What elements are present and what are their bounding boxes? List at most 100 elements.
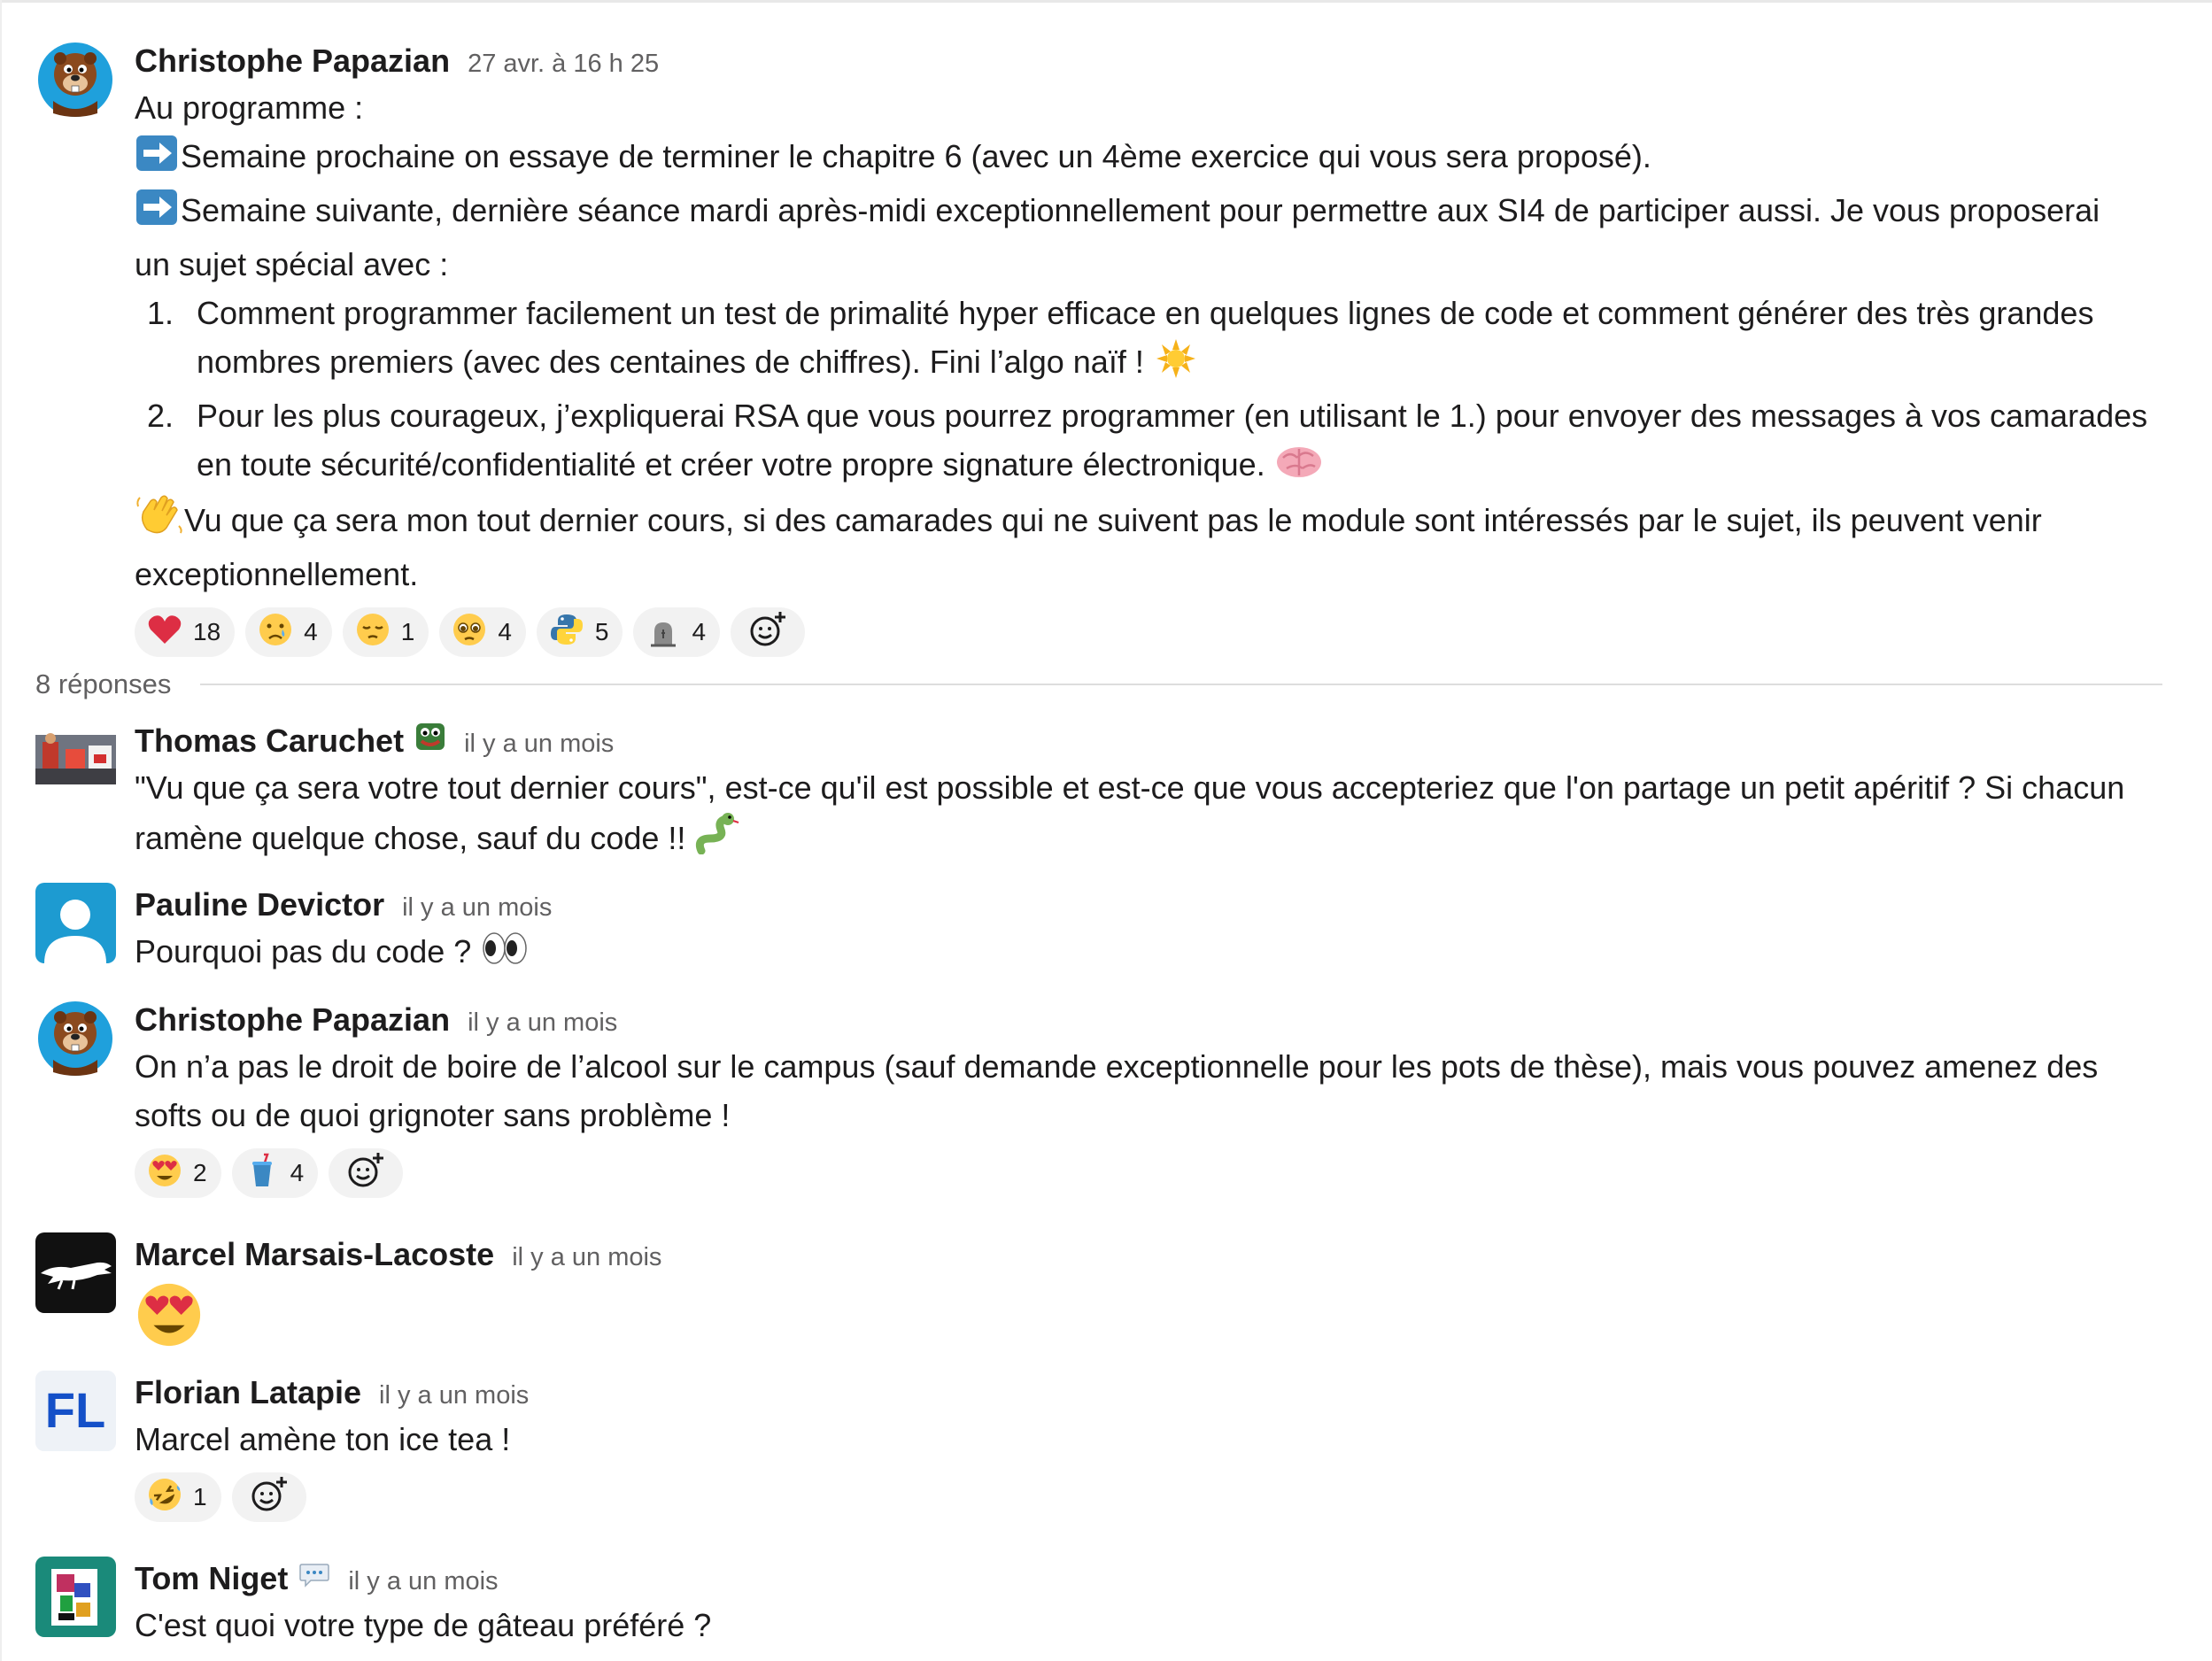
message-line: softs ou de quoi grignoter sans problème…	[135, 1097, 731, 1133]
message-header: Thomas Caruchet il y a un mois	[135, 719, 2178, 763]
reply-message: Pauline Devictor il y a un mois Pourquoi…	[35, 883, 2178, 976]
reaction-count: 5	[594, 618, 609, 645]
message-line: Au programme :	[135, 89, 364, 126]
avatar-thomas-caruchet[interactable]	[35, 719, 116, 800]
author-name[interactable]: Thomas Caruchet	[135, 719, 404, 763]
message-header: Florian Latapie il y a un mois	[135, 1371, 2178, 1415]
arrow-right-icon	[135, 188, 181, 240]
list-item: 2. Pour les plus courageux, j’expliquera…	[147, 391, 2178, 494]
avatar-tom-niget[interactable]	[35, 1557, 116, 1637]
sun-icon	[1153, 339, 1199, 391]
reaction-cup-with-straw[interactable]: 4	[231, 1148, 319, 1198]
avatar-marcel-marsais-lacoste[interactable]	[35, 1232, 116, 1313]
list-item-text: Comment programmer facilement un test de…	[197, 295, 2094, 331]
speech-balloon-status-icon	[298, 1559, 330, 1589]
message-body: Pauline Devictor il y a un mois Pourquoi…	[135, 883, 2178, 981]
list-number: 2.	[147, 398, 174, 434]
message-body: Thomas Caruchet il y a un mois "Vu que ç…	[135, 719, 2178, 868]
message-line: Pourquoi pas du code ?	[135, 927, 2178, 981]
add-reaction-button[interactable]	[731, 607, 806, 657]
racing-photo-avatar	[35, 719, 116, 800]
list-item-text: en toute sécurité/confidentialité et cré…	[197, 446, 1265, 483]
timestamp[interactable]: il y a un mois	[464, 722, 614, 766]
divider-line	[200, 684, 2162, 685]
timestamp[interactable]: il y a un mois	[348, 1559, 498, 1603]
reply-message: Marcel Marsais-Lacoste il y a un mois	[35, 1232, 2178, 1356]
reaction-tombstone[interactable]: 4	[633, 607, 721, 657]
waving-hand-icon	[135, 494, 184, 550]
author-name[interactable]: Christophe Papazian	[135, 998, 450, 1042]
reaction-crying-face[interactable]: 4	[245, 607, 332, 657]
reaction-count: 2	[193, 1159, 207, 1186]
crocodile-avatar-icon	[35, 1232, 116, 1313]
arrow-right-icon	[135, 134, 181, 186]
add-reaction-button[interactable]	[329, 1148, 404, 1198]
pixel-avatar-icon	[35, 1557, 116, 1637]
timestamp[interactable]: il y a un mois	[468, 1000, 617, 1045]
reaction-pleading-face[interactable]: 4	[439, 607, 526, 657]
replies-divider: 8 réponses	[35, 662, 2162, 707]
beaver-avatar-icon	[35, 998, 116, 1078]
list-item: 1. Comment programmer facilement un test…	[147, 289, 2178, 391]
message-text: Pourquoi pas du code ?	[135, 927, 2178, 981]
snake-icon	[694, 812, 740, 868]
top-border	[0, 0, 2212, 3]
timestamp[interactable]: 27 avr. à 16 h 25	[468, 42, 659, 86]
message-header: Tom Niget il y a un mois	[135, 1557, 2178, 1601]
message-text: Au programme : Semaine prochaine on essa…	[135, 83, 2178, 599]
list-item-text: nombres premiers (avec des centaines de …	[197, 344, 1144, 380]
message-header: Christophe Papazian il y a un mois	[135, 998, 2178, 1042]
reactions-bar: 1	[135, 1472, 2178, 1522]
python-icon	[549, 612, 584, 653]
message-line: Marcel amène ton ice tea !	[135, 1421, 511, 1457]
beaver-avatar-icon	[35, 39, 116, 120]
message-body: Florian Latapie il y a un mois Marcel am…	[135, 1371, 2178, 1522]
reaction-count: 4	[290, 1159, 305, 1186]
message-line-text: Vu que ça sera mon tout dernier cours, s…	[184, 502, 2042, 538]
brain-icon	[1274, 442, 1324, 494]
rofl-icon	[147, 1477, 182, 1518]
avatar-florian-latapie[interactable]: FL	[35, 1371, 116, 1451]
add-emoji-icon	[346, 1151, 385, 1196]
reaction-heart[interactable]: 18	[135, 607, 236, 657]
message-body: Marcel Marsais-Lacoste il y a un mois	[135, 1232, 2178, 1354]
add-reaction-button[interactable]	[231, 1472, 306, 1522]
message-line: Semaine prochaine on essaye de terminer …	[135, 132, 2178, 186]
crying-face-icon	[258, 612, 293, 653]
message-header: Marcel Marsais-Lacoste il y a un mois	[135, 1232, 2178, 1277]
list-item-text: Pour les plus courageux, j’expliquerai R…	[197, 398, 2148, 434]
reaction-python[interactable]: 5	[536, 607, 623, 657]
reaction-heart-eyes[interactable]: 2	[135, 1148, 221, 1198]
message-body: Christophe Papazian 27 avr. à 16 h 25 Au…	[135, 39, 2178, 657]
reactions-bar: 18 4 1 4 5 4	[135, 607, 2178, 657]
default-user-avatar-icon	[35, 883, 116, 963]
reply-message: Thomas Caruchet il y a un mois "Vu que ç…	[35, 719, 2178, 861]
reaction-count: 4	[304, 618, 318, 645]
reaction-rofl[interactable]: 1	[135, 1472, 221, 1522]
author-name[interactable]: Florian Latapie	[135, 1371, 361, 1415]
author-name[interactable]: Tom Niget	[135, 1557, 288, 1601]
reaction-count: 4	[498, 618, 512, 645]
avatar-pauline-devictor[interactable]	[35, 883, 116, 963]
add-emoji-icon	[250, 1475, 289, 1520]
message-text: Marcel amène ton ice tea !	[135, 1415, 2178, 1464]
message-text: "Vu que ça sera votre tout dernier cours…	[135, 763, 2178, 868]
timestamp[interactable]: il y a un mois	[512, 1235, 661, 1279]
avatar-christophe-papazian[interactable]	[35, 998, 116, 1078]
heart-eyes-icon	[147, 1153, 182, 1194]
timestamp[interactable]: il y a un mois	[402, 885, 552, 930]
author-name[interactable]: Christophe Papazian	[135, 39, 450, 83]
message-line: ramène quelque chose, sauf du code !!	[135, 812, 2178, 868]
author-name[interactable]: Marcel Marsais-Lacoste	[135, 1232, 494, 1277]
pleading-face-icon	[452, 612, 487, 653]
message-line: exceptionnellement.	[135, 556, 419, 592]
message-header: Pauline Devictor il y a un mois	[135, 883, 2178, 927]
message-line: On n’a pas le droit de boire de l’alcool…	[135, 1048, 2099, 1085]
message-body: Christophe Papazian il y a un mois On n’…	[135, 998, 2178, 1198]
replies-count[interactable]: 8 réponses	[35, 662, 171, 707]
avatar-christophe-papazian[interactable]	[35, 39, 116, 120]
reaction-pensive-face[interactable]: 1	[342, 607, 429, 657]
timestamp[interactable]: il y a un mois	[379, 1373, 529, 1418]
pensive-face-icon	[355, 612, 391, 653]
author-name[interactable]: Pauline Devictor	[135, 883, 384, 927]
